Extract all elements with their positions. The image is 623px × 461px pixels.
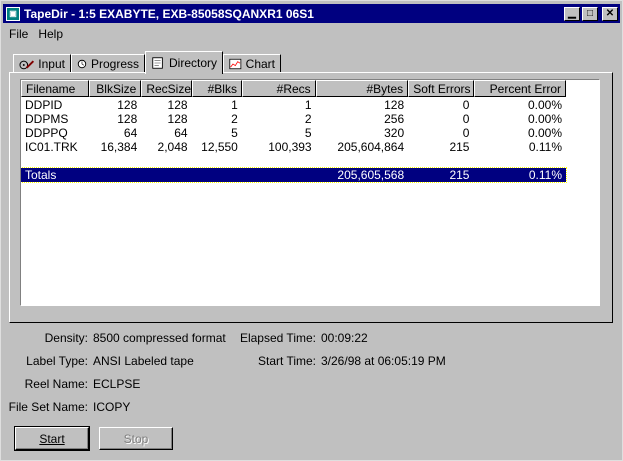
maximize-button[interactable]: □ (582, 6, 598, 21)
totals-soft-errors: 215 (449, 168, 470, 182)
density-value: 8500 compressed format (93, 331, 226, 345)
clock-icon (77, 59, 87, 69)
cell-blks: 1 (231, 98, 238, 112)
file-set-name-label: File Set Name: (8, 400, 88, 414)
cell-bytes: 128 (384, 98, 405, 112)
list-header: Filename BlkSize RecSize #Blks #Recs #By… (21, 80, 566, 97)
cell-percent-error: 0.11% (528, 140, 563, 154)
column-header-recsize[interactable]: RecSize (141, 80, 192, 97)
label-type-label: Label Type: (26, 354, 88, 368)
cell-recsize: 128 (167, 98, 188, 112)
tab-input[interactable]: Input (13, 54, 71, 73)
cell-bytes: 256 (384, 112, 405, 126)
tab-progress-label: Progress (90, 57, 139, 71)
cell-bytes: 205,604,864 (337, 140, 405, 154)
cell-blks: 2 (231, 112, 238, 126)
tab-chart-label: Chart (245, 57, 275, 71)
cell-soft-errors: 0 (462, 126, 470, 140)
directory-panel: Filename BlkSize RecSize #Blks #Recs #By… (9, 72, 613, 323)
table-row[interactable]: DDPMS 128 128 2 2 256 0 0.00% (21, 112, 566, 126)
tab-directory[interactable]: Directory (145, 51, 223, 74)
start-button[interactable]: Start (14, 426, 90, 451)
reel-name-label: Reel Name: (24, 377, 88, 391)
start-button-label: Start (39, 431, 65, 446)
tab-directory-label: Directory (168, 56, 217, 70)
totals-percent-error: 0.11% (528, 168, 563, 182)
totals-bytes: 205,605,568 (337, 168, 405, 182)
close-button[interactable]: ✕ (602, 6, 618, 21)
menu-help[interactable]: Help (34, 26, 69, 42)
cell-filename: DDPID (25, 98, 63, 112)
cell-blksize: 128 (117, 98, 138, 112)
elapsed-time-label: Elapsed Time: (239, 331, 316, 345)
table-row[interactable]: DDPPQ 64 64 5 5 320 0 0.00% (21, 126, 566, 140)
file-set-name-value: ICOPY (93, 400, 131, 414)
app-window: ▣ TapeDir - 1:5 EXABYTE, EXB-85058SQANXR… (0, 0, 623, 461)
cell-recs: 1 (304, 98, 312, 112)
column-header-soft-errors[interactable]: Soft Errors (408, 80, 474, 97)
column-header-bytes[interactable]: #Bytes (315, 80, 409, 97)
column-header-filename[interactable]: Filename (21, 80, 90, 97)
table-row[interactable]: DDPID 128 128 1 1 128 0 0.00% (21, 98, 566, 112)
stop-button[interactable]: Stop (99, 427, 173, 450)
chart-icon (229, 58, 242, 70)
totals-row[interactable]: Totals 205,605,568 215 0.11% (21, 167, 567, 183)
cell-recs: 5 (304, 126, 312, 140)
start-time-value: 3/26/98 at 06:05:19 PM (321, 354, 446, 368)
menu-file[interactable]: File (5, 26, 34, 42)
table-row[interactable]: IC01.TRK 16,384 2,048 12,550 100,393 205… (21, 140, 566, 154)
reel-name-value: ECLPSE (93, 377, 141, 391)
cell-blks: 12,550 (201, 140, 238, 154)
cell-percent-error: 0.00% (527, 126, 563, 140)
cell-soft-errors: 215 (449, 140, 470, 154)
totals-label: Totals (25, 168, 57, 182)
app-icon: ▣ (6, 6, 20, 21)
menu-bar: File Help (5, 26, 69, 42)
stop-button-label: Stop (123, 431, 149, 446)
cell-soft-errors: 0 (462, 112, 470, 126)
cell-soft-errors: 0 (462, 98, 470, 112)
cell-blksize: 64 (123, 126, 138, 140)
column-header-blksize[interactable]: BlkSize (89, 80, 142, 97)
label-type-value: ANSI Labeled tape (93, 354, 194, 368)
density-label: Density: (44, 331, 88, 345)
cell-recs: 100,393 (268, 140, 312, 154)
cell-recsize: 2,048 (157, 140, 188, 154)
minimize-button[interactable]: ▁ (564, 6, 580, 21)
cell-bytes: 320 (384, 126, 405, 140)
cell-filename: DDPMS (25, 112, 69, 126)
directory-list[interactable]: Filename BlkSize RecSize #Blks #Recs #By… (20, 79, 600, 306)
title-bar[interactable]: ▣ TapeDir - 1:5 EXABYTE, EXB-85058SQANXR… (3, 4, 620, 23)
cell-recsize: 128 (167, 112, 188, 126)
window-title: TapeDir - 1:5 EXABYTE, EXB-85058SQANXR1 … (24, 6, 314, 21)
elapsed-time-value: 00:09:22 (321, 331, 368, 345)
document-icon (152, 57, 163, 69)
cell-filename: IC01.TRK (25, 140, 78, 154)
cell-percent-error: 0.00% (527, 98, 563, 112)
start-time-label: Start Time: (257, 354, 316, 368)
cell-filename: DDPPQ (25, 126, 68, 140)
cell-blks: 5 (231, 126, 238, 140)
tape-icon (19, 60, 35, 70)
column-header-percent-error[interactable]: Percent Error (473, 80, 566, 97)
tab-chart[interactable]: Chart (223, 54, 281, 73)
tab-progress[interactable]: Progress (71, 54, 145, 73)
column-header-recs[interactable]: #Recs (241, 80, 316, 97)
cell-recsize: 64 (174, 126, 188, 140)
cell-blksize: 16,384 (100, 140, 138, 154)
cell-blksize: 128 (117, 112, 138, 126)
tab-input-label: Input (38, 57, 65, 71)
cell-recs: 2 (304, 112, 312, 126)
column-header-blks[interactable]: #Blks (191, 80, 242, 97)
cell-percent-error: 0.00% (527, 112, 563, 126)
